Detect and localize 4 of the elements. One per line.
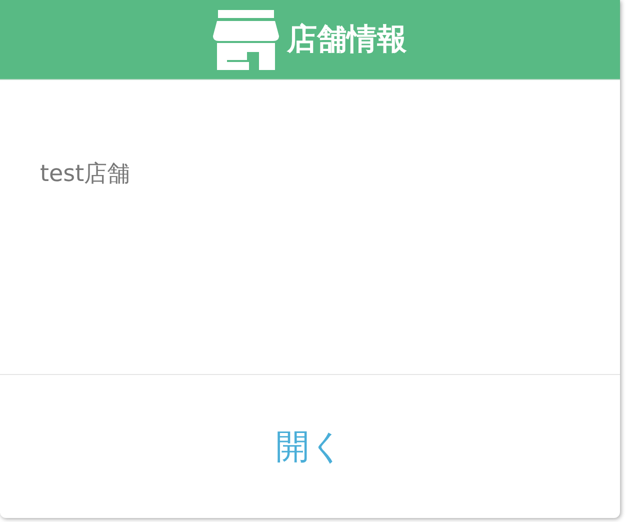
store-name: test店舗 <box>40 161 130 187</box>
store-icon <box>213 10 279 70</box>
header-title: 店舗情報 <box>287 21 407 59</box>
open-button[interactable]: 開く <box>266 420 354 474</box>
